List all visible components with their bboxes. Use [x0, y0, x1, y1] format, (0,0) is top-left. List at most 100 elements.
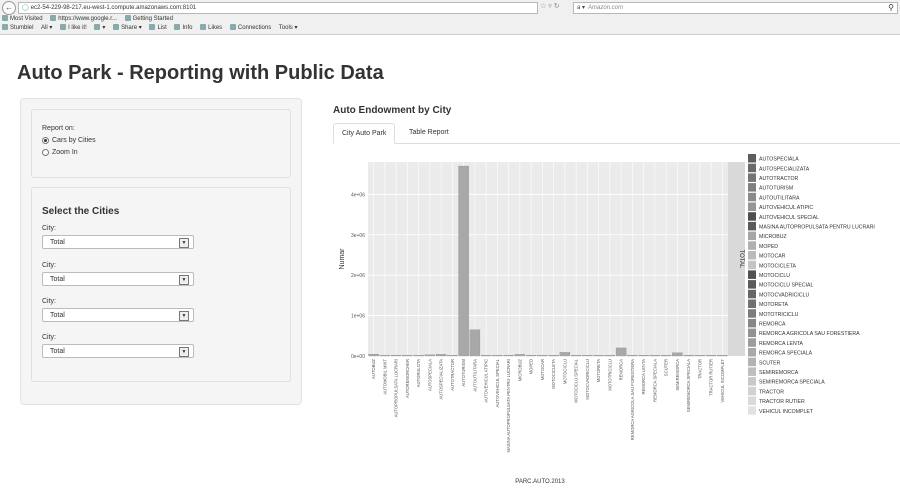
- connections-icon: [229, 24, 236, 30]
- toolbar-label: List: [157, 25, 167, 31]
- bar: [435, 354, 447, 357]
- legend-label: MOTOCAR: [759, 254, 786, 260]
- toolbar-connections[interactable]: Connections: [229, 24, 271, 31]
- x-tick-label: MOTOCAR: [540, 359, 545, 380]
- legend-swatch: [748, 241, 756, 250]
- toolbar-info[interactable]: Info: [174, 24, 193, 31]
- toolbar-like[interactable]: I like it!: [60, 24, 87, 31]
- toolbar-share[interactable]: Share ▾: [113, 24, 142, 31]
- bar: [379, 355, 391, 357]
- city-select-2[interactable]: Total ▼: [42, 272, 194, 286]
- toolbar-likes[interactable]: Likes: [200, 24, 222, 31]
- search-box[interactable]: a ▾ Amazon.com ⚲: [573, 2, 898, 14]
- legend: AUTOSPECIALA AUTOSPECIALIZATA AUTOTRACTOR A…: [748, 154, 875, 415]
- legend-swatch: [748, 289, 756, 299]
- legend-label: MASINA AUTOPROPULSATA PENTRU LUCRARI: [759, 224, 875, 230]
- bookmark-getting-started[interactable]: Getting Started: [124, 15, 173, 22]
- toolbar-stumble[interactable]: StumbleI: [2, 24, 34, 31]
- toolbar-list[interactable]: List: [149, 24, 167, 31]
- legend-swatch: [748, 328, 756, 338]
- x-tick-label: MOTORETA: [596, 359, 601, 383]
- legend-swatch: [748, 260, 756, 270]
- legend-label: TRACTOR: [759, 389, 784, 395]
- x-tick-label: AUTOBUZ: [371, 359, 376, 379]
- y-tick-label: 2e+06: [351, 273, 365, 279]
- tab-table-report[interactable]: Table Report: [401, 123, 457, 142]
- back-button[interactable]: ←: [2, 1, 16, 15]
- legend-label: REMORCA: [759, 321, 786, 327]
- x-tick-label: AUTOTURISM: [461, 358, 466, 386]
- search-icon[interactable]: ⚲: [888, 3, 894, 13]
- star-icon[interactable]: ☆: [540, 3, 546, 10]
- x-tick-label: REMORCA LENTA: [641, 359, 646, 395]
- legend-label: MOPED: [759, 244, 778, 250]
- legend-swatch: [748, 280, 756, 289]
- share-icon: [113, 24, 120, 30]
- toolbar-all[interactable]: All ▾: [41, 25, 52, 31]
- x-tick-label: AUTOTRACTOR: [450, 359, 455, 391]
- legend-label: AUTOVEHICUL ATIPIC: [759, 205, 813, 211]
- legend-swatch: [748, 212, 756, 221]
- radio-checked-icon: [42, 136, 49, 144]
- dropdown-icon[interactable]: ▿: [548, 3, 552, 10]
- bar: [683, 355, 694, 357]
- bar: [492, 355, 503, 357]
- y-tick-label: 1e+06: [351, 314, 365, 320]
- sidebar-panel: Report on: Cars by Cities Zoom In Select…: [20, 98, 302, 405]
- legend-swatch: [748, 192, 756, 202]
- globe-icon: ◯: [22, 5, 29, 11]
- bookmark-icon: [50, 15, 57, 21]
- search-engine-icon[interactable]: a ▾: [577, 5, 585, 11]
- y-axis-title: Numar: [339, 248, 346, 270]
- legend-swatch: [748, 202, 756, 211]
- legend-label: REMORCA LENTA: [759, 341, 804, 347]
- chevron-down-icon: ▼: [179, 275, 189, 285]
- city-select-3[interactable]: Total ▼: [42, 308, 194, 322]
- x-tick-label: SEMIREMORCA SPECIALA: [686, 359, 691, 412]
- y-tick-label: 4e+06: [351, 192, 365, 198]
- select-value: Total: [50, 312, 65, 319]
- legend-label: MOTOCICLU SPECIAL: [759, 283, 813, 289]
- address-bar[interactable]: ◯ ec2-54-229-98-217.eu-west-1.compute.ama…: [18, 2, 538, 14]
- bar: [604, 355, 616, 357]
- x-tick-label: REMORCA AGRICOLA SAU FORESTIERA: [630, 359, 635, 440]
- x-tick-label: TRACTOR: [697, 359, 702, 379]
- radio-cars-by-cities[interactable]: Cars by Cities: [42, 134, 96, 146]
- legend-swatch: [748, 318, 756, 328]
- bookmark-label: https://www.google.r...: [58, 16, 117, 22]
- legend-label: VEHICUL INCOMPLET: [759, 409, 814, 415]
- tab-city-auto-park[interactable]: City Auto Park: [333, 123, 396, 144]
- city-select-well: Select the Cities City: Total ▼ City: Tot…: [31, 187, 291, 382]
- bookmark-most-visited[interactable]: Most Visited: [2, 15, 43, 22]
- x-tick-label: MOTOTRICICLU: [607, 359, 612, 391]
- bar: [548, 355, 559, 357]
- toolbar-tools[interactable]: Tools ▾: [279, 25, 298, 31]
- bar: [390, 355, 402, 357]
- bar: [469, 329, 481, 357]
- bar: [537, 355, 548, 357]
- city-select-4[interactable]: Total ▼: [42, 344, 194, 358]
- legend-swatch: [748, 270, 756, 279]
- bookmark-google[interactable]: https://www.google.r...: [50, 15, 117, 22]
- bar: [424, 354, 436, 357]
- x-tick-label: REMORCA: [619, 359, 624, 381]
- select-value: Total: [50, 239, 65, 246]
- legend-label: MOTOCICLETA: [759, 263, 797, 269]
- legend-label: REMORCA AGRICOLA SAU FORESTIERA: [759, 331, 860, 337]
- legend-label: AUTOTURISM: [759, 186, 793, 192]
- x-tick-label: AUTOMOBIL MIXT: [382, 359, 387, 395]
- legend-swatch: [748, 221, 756, 231]
- radio-zoom-in[interactable]: Zoom In: [42, 146, 78, 158]
- toolbar-dislike[interactable]: ▾: [94, 24, 105, 31]
- bar: [638, 355, 649, 357]
- city-select-1[interactable]: Total ▼: [42, 235, 194, 249]
- radio-unchecked-icon: [42, 148, 49, 156]
- legend-swatch: [748, 163, 756, 173]
- x-tick-label: AUTOREMORCHER: [405, 359, 410, 398]
- bar: [368, 354, 379, 357]
- report-options-well: Report on: Cars by Cities Zoom In: [31, 109, 291, 178]
- reload-icon[interactable]: ↻: [554, 3, 560, 10]
- legend-swatch: [748, 377, 756, 386]
- report-on-label: Report on:: [42, 125, 75, 132]
- bar: [615, 347, 627, 357]
